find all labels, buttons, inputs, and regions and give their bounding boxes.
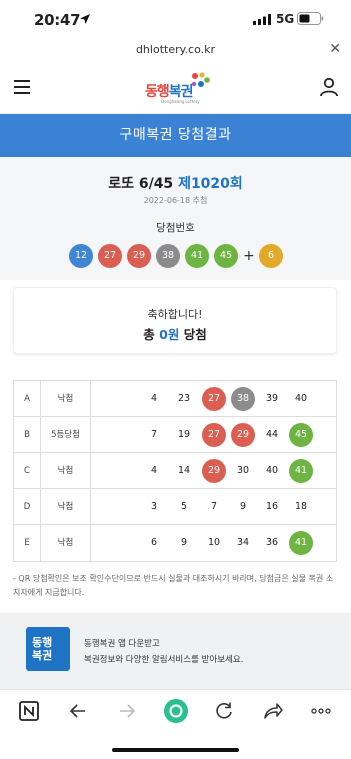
page-title: 구매복권 당첨결과 — [0, 114, 351, 157]
ticket-letter: E — [14, 525, 41, 561]
ticket-letter: A — [14, 381, 41, 417]
ticket-result: 5등당첨 — [41, 417, 91, 453]
draw-round: 제1020회 — [178, 176, 243, 192]
ticket-number: 40 — [265, 465, 279, 476]
more-dots-icon[interactable] — [310, 700, 332, 722]
winning-number-ball: 45 — [214, 244, 238, 268]
ticket-result: 낙첨 — [41, 489, 91, 525]
browser-toolbar — [0, 689, 351, 733]
ticket-number: 30 — [236, 465, 250, 476]
ticket-number: 18 — [294, 501, 308, 512]
app-download-banner[interactable]: 동행 복권 동행복권 앱 다운받고 복권정보와 다양한 알림서비스를 받아보세요… — [0, 613, 351, 689]
ticket-number: 44 — [265, 429, 279, 440]
ticket-number: 23 — [177, 393, 191, 404]
ticket-number: 14 — [177, 465, 191, 476]
ticket-number: 6 — [150, 537, 158, 548]
qr-notice: - QR 당첨확인은 보조 확인수단이므로 반드시 실물과 대조하시기 바라며,… — [13, 574, 334, 597]
ticket-row: D 낙첨 3 5 7 9 16 18 — [14, 489, 336, 525]
ticket-number-matched: 27 — [202, 423, 226, 447]
logo-subtitle: Donghaeng Lottery — [161, 99, 200, 104]
ticket-number-matched: 29 — [231, 423, 255, 447]
app-icon[interactable]: 동행 복권 — [26, 627, 70, 671]
share-icon[interactable] — [262, 700, 284, 722]
ticket-result: 낙첨 — [41, 381, 91, 417]
ticket-number-matched: 41 — [289, 531, 313, 555]
status-bar: 20:47 5G — [0, 0, 351, 40]
site-header: 동행복권 Donghaeng Lottery — [0, 62, 351, 114]
winning-number-ball: 38 — [156, 244, 180, 268]
ticket-number: 16 — [265, 501, 279, 512]
congrats-message: 축하합니다! — [147, 308, 203, 321]
battery-icon — [297, 12, 324, 25]
ticket-number: 19 — [177, 429, 191, 440]
network-type: 5G — [276, 12, 295, 26]
draw-date: 2022-06-18 추첨 — [143, 196, 208, 205]
ticket-row: C 낙첨 4 14 29 30 40 41 — [14, 453, 336, 489]
home-indicator[interactable] — [112, 748, 239, 752]
banner-line-2: 복권정보와 다양한 알림서비스를 받아보세요. — [84, 655, 244, 665]
ticket-number-matched: 27 — [202, 387, 226, 411]
ticket-letter: D — [14, 489, 41, 525]
ticket-number-matched: 38 — [231, 387, 255, 411]
ticket-number: 34 — [236, 537, 250, 548]
winning-numbers-label: 당첨번호 — [156, 222, 195, 234]
back-arrow-icon[interactable] — [67, 700, 89, 722]
ticket-row: A 낙첨 4 23 27 38 39 40 — [14, 381, 336, 417]
banner-line-1: 동행복권 앱 다운받고 — [84, 639, 160, 649]
ticket-number: 10 — [207, 537, 221, 548]
menu-icon[interactable] — [14, 80, 30, 94]
ticket-number: 9 — [239, 501, 247, 512]
naver-n-icon[interactable] — [18, 700, 40, 722]
bonus-plus-sign: + — [243, 248, 255, 264]
ticket-number: 3 — [150, 501, 158, 512]
site-logo[interactable]: 동행복권 Donghaeng Lottery — [145, 72, 210, 104]
forward-arrow-icon[interactable] — [116, 700, 138, 722]
ticket-number: 5 — [180, 501, 188, 512]
ticket-row: B 5등당첨 7 19 27 29 44 45 — [14, 417, 336, 453]
ticket-number: 39 — [265, 393, 279, 404]
ticket-result: 낙첨 — [41, 453, 91, 489]
url-text[interactable]: dhlottery.co.kr — [0, 43, 351, 56]
cellular-signal-icon — [253, 14, 271, 25]
bonus-number-ball: 6 — [259, 244, 283, 268]
draw-info: 로또 6/45 제1020회 2022-06-18 추첨 당첨번호 12 27 29… — [0, 157, 351, 280]
ticket-result: 낙첨 — [41, 525, 91, 561]
ticket-row: E 낙첨 6 9 10 34 36 41 — [14, 525, 336, 561]
ticket-number: 40 — [294, 393, 308, 404]
ticket-number: 4 — [150, 393, 158, 404]
browser-url-bar[interactable]: dhlottery.co.kr ✕ — [0, 40, 351, 62]
game-name: 로또 6/45 — [108, 176, 174, 192]
total-winnings: 총 0원 당첨 — [143, 327, 207, 342]
close-icon[interactable]: ✕ — [329, 41, 341, 57]
draw-title: 로또 6/45 제1020회 — [0, 173, 351, 193]
ticket-number: 9 — [180, 537, 188, 548]
ticket-number: 7 — [210, 501, 218, 512]
ticket-letter: B — [14, 417, 41, 453]
location-arrow-icon — [80, 14, 90, 24]
logo-text: 동행복권 — [145, 84, 194, 100]
winning-number-ball: 27 — [98, 244, 122, 268]
winning-number-ball: 12 — [69, 244, 93, 268]
winning-numbers: 12 27 29 38 41 45 +6 — [69, 244, 289, 268]
reload-icon[interactable] — [213, 700, 235, 722]
ticket-number: 36 — [265, 537, 279, 548]
home-circle-icon[interactable] — [163, 698, 189, 724]
user-icon[interactable] — [319, 77, 339, 97]
ticket-number-matched: 45 — [289, 423, 313, 447]
ticket-number-matched: 29 — [202, 459, 226, 483]
winning-number-ball: 29 — [127, 244, 151, 268]
winnings-amount: 0원 — [159, 327, 180, 342]
result-summary: 축하합니다! 총 0원 당첨 — [13, 287, 337, 354]
status-time: 20:47 — [34, 11, 81, 29]
ticket-number: 7 — [150, 429, 158, 440]
tickets-table: A 낙첨 4 23 27 38 39 40 B 5등당첨 7 19 27 29 44 45 C 낙첨 4 14 29 30… — [13, 380, 337, 562]
ticket-letter: C — [14, 453, 41, 489]
winning-number-ball: 41 — [185, 244, 209, 268]
ticket-number: 4 — [150, 465, 158, 476]
ticket-number-matched: 41 — [289, 459, 313, 483]
